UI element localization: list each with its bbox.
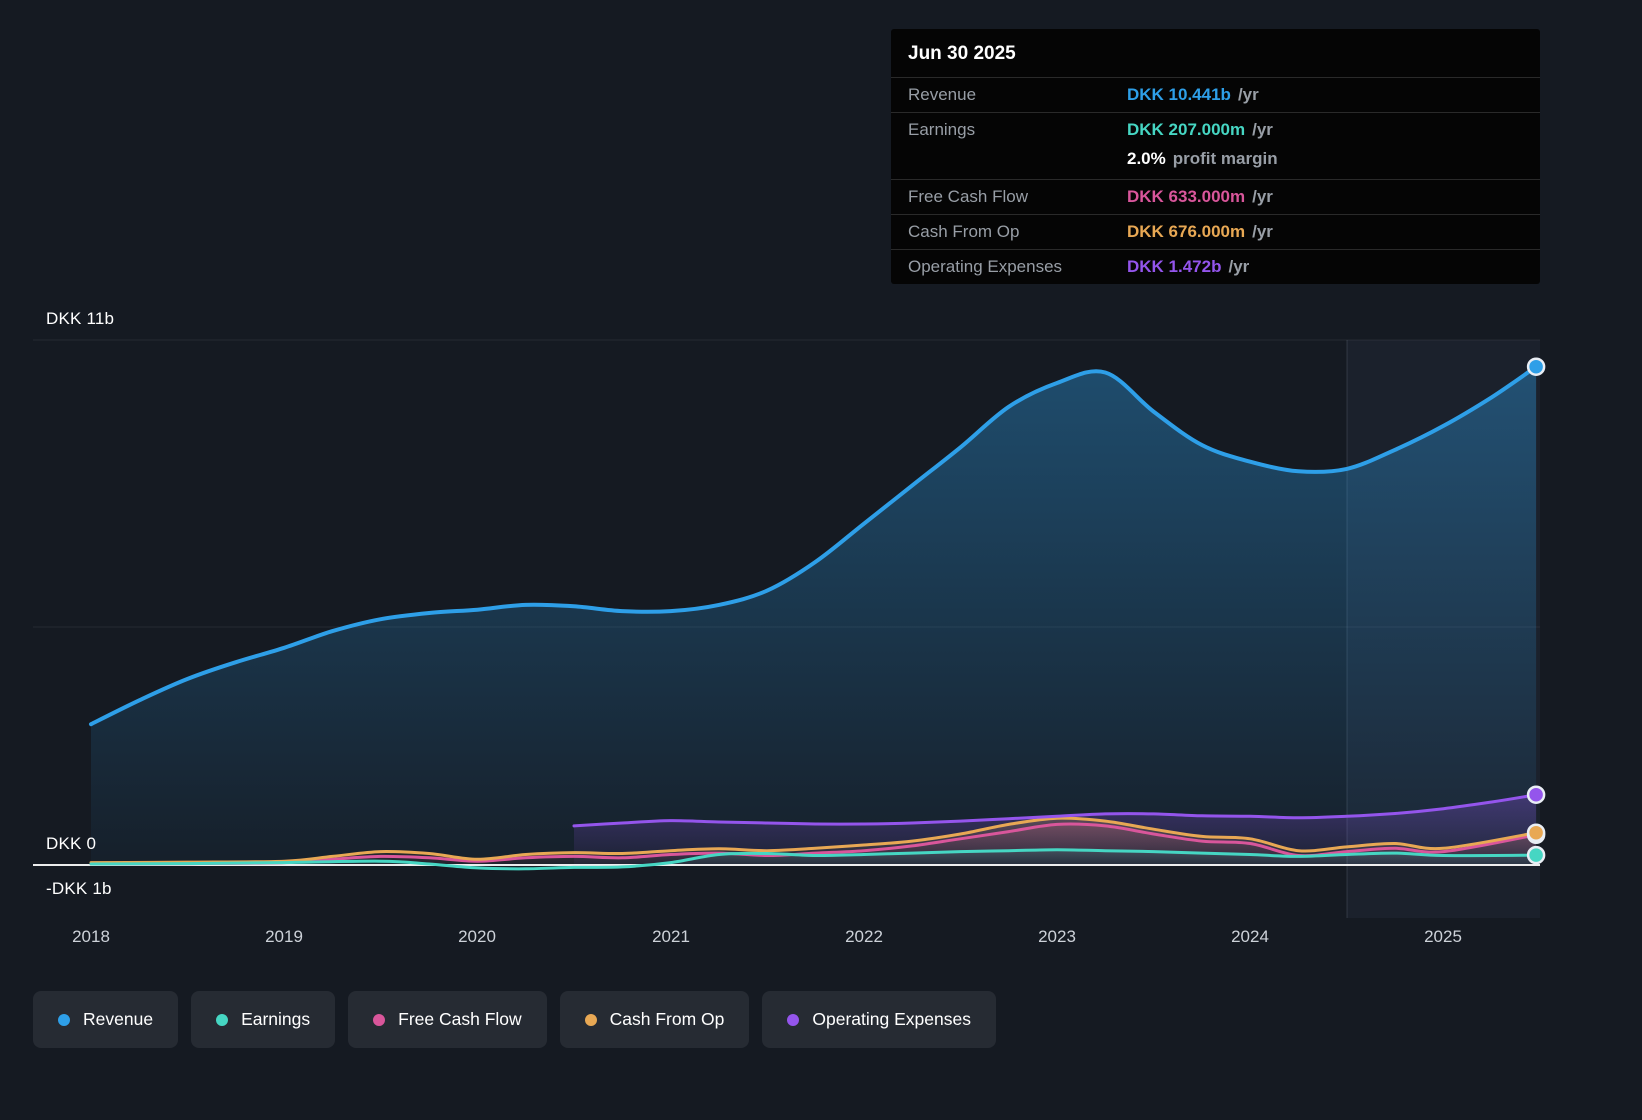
tooltip-value: DKK 10.441b: [1127, 85, 1231, 104]
legend-item-free-cash-flow[interactable]: Free Cash Flow: [348, 991, 547, 1048]
tooltip-suffix: /yr: [1252, 187, 1273, 206]
tooltip-label: Earnings: [908, 120, 976, 139]
x-axis-label-2025: 2025: [1424, 927, 1462, 946]
tooltip-suffix: /yr: [1252, 120, 1273, 139]
legend-label: Earnings: [241, 1009, 311, 1029]
tooltip-row-free-cash-flow: Free Cash Flow DKK 633.000m/yr: [891, 179, 1540, 214]
legend-label: Operating Expenses: [812, 1009, 971, 1029]
tooltip-value: DKK 633.000m: [1127, 187, 1246, 206]
chart-legend: Revenue Earnings Free Cash Flow Cash Fro…: [33, 991, 996, 1048]
legend-item-earnings[interactable]: Earnings: [191, 991, 336, 1048]
legend-label: Cash From Op: [609, 1009, 725, 1029]
tooltip-row-profit-margin: 2.0% profit margin: [891, 147, 1540, 179]
y-axis-label-negative: -DKK 1b: [46, 879, 112, 898]
tooltip-value: DKK 676.000m: [1127, 222, 1246, 241]
tooltip-suffix: profit margin: [1172, 149, 1278, 168]
marker-opex: [1526, 785, 1546, 804]
y-axis-label-top: DKK 11b: [46, 309, 115, 328]
tooltip-suffix: /yr: [1252, 222, 1273, 241]
revenue-dot-icon: [58, 1013, 70, 1026]
tooltip-value: 2.0%: [1127, 149, 1166, 168]
tooltip-row-earnings: Earnings DKK 207.000m/yr: [891, 112, 1540, 147]
legend-item-cash-from-op[interactable]: Cash From Op: [559, 991, 750, 1048]
tooltip-date: Jun 30 2025: [908, 43, 1016, 64]
tooltip-value: DKK 207.000m: [1127, 120, 1246, 139]
y-axis-label-zero: DKK 0: [46, 834, 97, 853]
x-axis-label-2023: 2023: [1038, 927, 1076, 946]
x-axis-label-2020: 2020: [458, 927, 496, 946]
x-axis-label-2019: 2019: [265, 927, 303, 946]
x-axis-label-2024: 2024: [1231, 927, 1269, 946]
tooltip-value: DKK 1.472b: [1127, 257, 1222, 276]
x-axis-label-2021: 2021: [652, 927, 690, 946]
legend-label: Free Cash Flow: [398, 1009, 522, 1029]
chart-tooltip: Jun 30 2025 Revenue DKK 10.441b/yr Earni…: [891, 29, 1540, 284]
tooltip-label: Operating Expenses: [908, 257, 1063, 276]
marker-cashop: [1526, 823, 1546, 842]
series-area-fills: [91, 366, 1537, 869]
x-axis-label-2018: 2018: [72, 927, 110, 946]
tooltip-suffix: /yr: [1228, 257, 1250, 276]
chart-page: DKK 11b DKK 0 -DKK 1b 2018 2019 2020 202…: [0, 0, 1642, 1120]
tooltip-label: Free Cash Flow: [908, 187, 1028, 206]
legend-item-revenue[interactable]: Revenue: [33, 991, 179, 1048]
legend-label: Revenue: [83, 1009, 154, 1029]
free-cash-flow-dot-icon: [373, 1013, 386, 1026]
earnings-dot-icon: [216, 1013, 229, 1026]
tooltip-label: Revenue: [908, 85, 977, 104]
x-axis-label-2022: 2022: [845, 927, 883, 946]
tooltip-label: Cash From Op: [908, 222, 1020, 241]
cash-from-op-dot-icon: [584, 1013, 597, 1026]
marker-earnings: [1526, 845, 1546, 865]
area-revenue: [91, 366, 1537, 865]
operating-expenses-dot-icon: [787, 1013, 800, 1026]
tooltip-row-cash-from-op: Cash From Op DKK 676.000m/yr: [891, 214, 1540, 249]
tooltip-row-operating-expenses: Operating Expenses DKK 1.472b/yr: [891, 249, 1540, 284]
marker-revenue: [1526, 357, 1546, 376]
tooltip-row-revenue: Revenue DKK 10.441b/yr: [891, 77, 1540, 112]
legend-item-operating-expenses[interactable]: Operating Expenses: [762, 991, 996, 1048]
tooltip-suffix: /yr: [1237, 85, 1259, 104]
